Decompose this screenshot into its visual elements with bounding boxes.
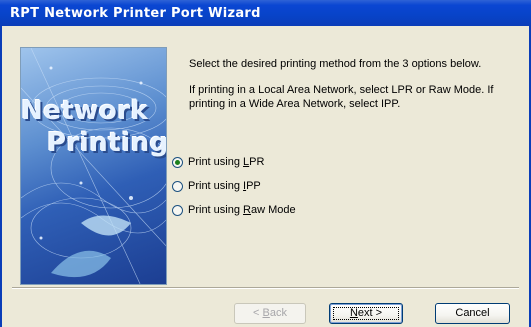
- radio-option-lpr[interactable]: Print using LPR: [172, 154, 264, 170]
- banner-artwork: [21, 48, 166, 284]
- radio-button-ipp[interactable]: [172, 180, 183, 192]
- network-printing-banner-image: Network Printing: [20, 47, 167, 285]
- radio-button-raw-mode[interactable]: [172, 204, 183, 216]
- radio-label-raw-mode[interactable]: Print using Raw Mode: [188, 204, 296, 216]
- banner-text-line-2: Printing: [47, 128, 167, 158]
- window-title: RPT Network Printer Port Wizard: [10, 6, 261, 21]
- title-bar[interactable]: RPT Network Printer Port Wizard: [0, 0, 531, 26]
- instruction-text: Select the desired printing method from …: [189, 58, 482, 70]
- radio-option-raw-mode[interactable]: Print using Raw Mode: [172, 202, 296, 218]
- network-hint-text: If printing in a Local Area Network, sel…: [189, 84, 494, 110]
- radio-label-lpr[interactable]: Print using LPR: [188, 156, 264, 168]
- next-button[interactable]: Next >: [329, 303, 403, 324]
- radio-option-ipp[interactable]: Print using IPP: [172, 178, 261, 194]
- cancel-button[interactable]: Cancel: [435, 303, 510, 324]
- radio-button-lpr[interactable]: [172, 156, 183, 168]
- radio-selected-dot: [175, 159, 180, 165]
- back-button[interactable]: < Back: [234, 303, 306, 324]
- button-separator: [12, 287, 519, 289]
- radio-label-ipp[interactable]: Print using IPP: [188, 180, 261, 192]
- banner-text-line-1: Network: [21, 96, 149, 126]
